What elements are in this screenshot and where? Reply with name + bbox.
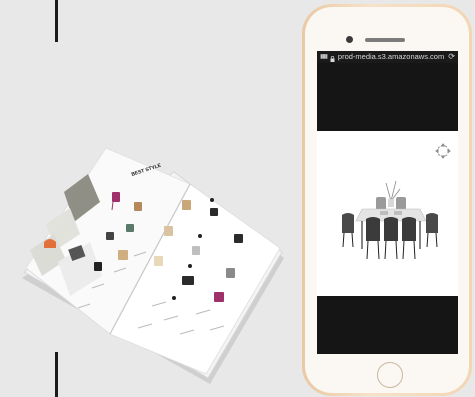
3d-model-viewer[interactable]: [317, 131, 458, 296]
expand-icon[interactable]: [435, 143, 451, 159]
browser-address-bar[interactable]: ▮▮▮ prod-media.s3.amazonaws.com ⟳: [317, 51, 458, 63]
lock-icon: [330, 54, 335, 62]
furniture-catalog-image: BEST STYLE: [14, 138, 286, 386]
dining-table-set-model[interactable]: [340, 179, 440, 261]
signal-icon: ▮▮▮: [320, 54, 328, 60]
decorative-line-top: [55, 0, 58, 42]
browser-url: prod-media.s3.amazonaws.com: [337, 52, 445, 61]
phone-speaker: [365, 38, 405, 42]
phone-camera: [346, 36, 353, 43]
phone-screen: ▮▮▮ prod-media.s3.amazonaws.com ⟳: [317, 51, 458, 354]
reload-icon[interactable]: ⟳: [448, 51, 455, 63]
home-button[interactable]: [377, 362, 403, 388]
phone-device: ▮▮▮ prod-media.s3.amazonaws.com ⟳: [302, 4, 472, 396]
